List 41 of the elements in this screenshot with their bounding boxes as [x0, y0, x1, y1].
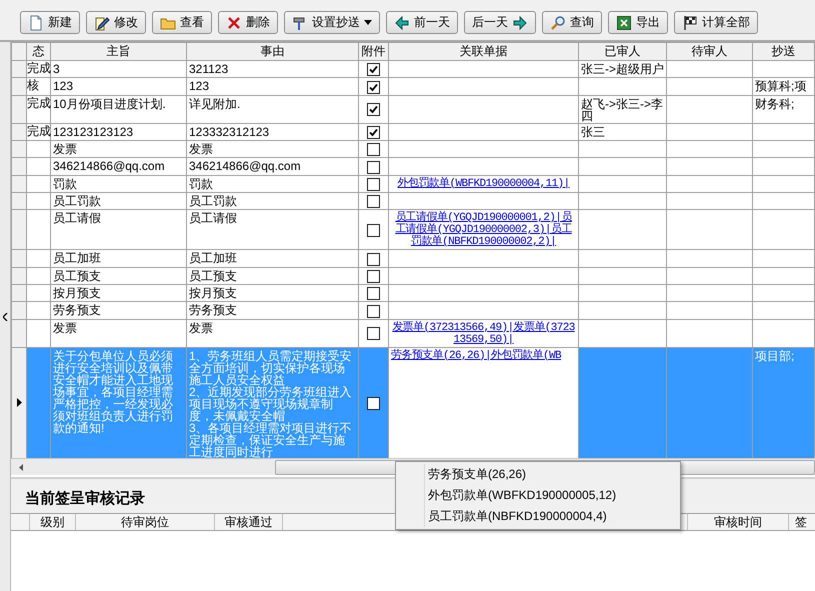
- table-cell: 员工罚款: [189, 194, 237, 208]
- table-cell: 123: [53, 79, 74, 94]
- table-cell: 罚款: [53, 176, 77, 191]
- table-cell: 张三->超级用户: [581, 62, 664, 76]
- table-cell: 发票: [53, 320, 77, 335]
- table-cell: 核: [27, 78, 39, 92]
- table-cell: 项目部;: [755, 348, 794, 363]
- table-cell: 预算科;项: [755, 79, 806, 94]
- table-cell: 346214866@qq.com: [53, 159, 165, 174]
- table-cell: 罚款: [189, 176, 213, 191]
- table-cell: 发票: [53, 142, 77, 156]
- table-cell: 10月份项目进度计划.: [53, 96, 166, 111]
- table-cell: 员工加班: [189, 251, 237, 266]
- table-cell: 123332312123: [189, 124, 270, 139]
- table-cell: 员工请假: [189, 211, 237, 226]
- table-cell: 员工请假: [53, 211, 101, 226]
- table-cell: 123123123123: [53, 124, 134, 139]
- table-cell: 劳务预支: [53, 303, 101, 318]
- table-cell: 详见附加.: [189, 96, 240, 111]
- table-cell: 完成: [27, 124, 51, 138]
- section-title: 当前签呈审核记录: [25, 490, 145, 507]
- table-cell: 员工预支: [189, 268, 237, 283]
- table-cell: 3: [53, 62, 60, 76]
- table-cell: 赵飞->张三->李四: [581, 96, 664, 123]
- table-cell: 按月预支: [53, 286, 101, 300]
- table-cell: 123: [189, 79, 210, 94]
- table-cell: 完成: [27, 96, 51, 110]
- table-cell: 346214866@qq.com: [189, 159, 301, 174]
- table-cell: 财务科;: [755, 96, 794, 111]
- table-cell: 张三: [581, 124, 605, 139]
- table-cell: 321123: [189, 62, 228, 76]
- table-cell: 发票: [189, 320, 213, 335]
- table-cell: 劳务预支: [189, 303, 237, 318]
- table-cell: 1、劳务班组人员需定期接受安全方面培训，切实保护各现场施工人员安全权益 2、近期发现部分劳务班组进入项目现场不遵守现场规章制度，未佩戴安全帽 3、各项目经理需对项目进行不定期检查，保证安全生产与施工进度同时进行: [189, 348, 352, 458]
- table-cell: 发票: [189, 142, 213, 156]
- table-cell: 关于分包单位人员必须进行安全培训以及佩带安全帽才能进入工地现场事宜，各项目经理需严格把控，一经发现必须对班组负责人进行罚款的通知!: [53, 348, 173, 435]
- table-cell: 完成: [27, 61, 51, 75]
- table-cell: 员工罚款: [53, 194, 101, 208]
- table-cell: 员工预支: [53, 268, 101, 283]
- table-cell: 按月预支: [189, 286, 237, 300]
- table-cell: 员工加班: [53, 251, 101, 266]
